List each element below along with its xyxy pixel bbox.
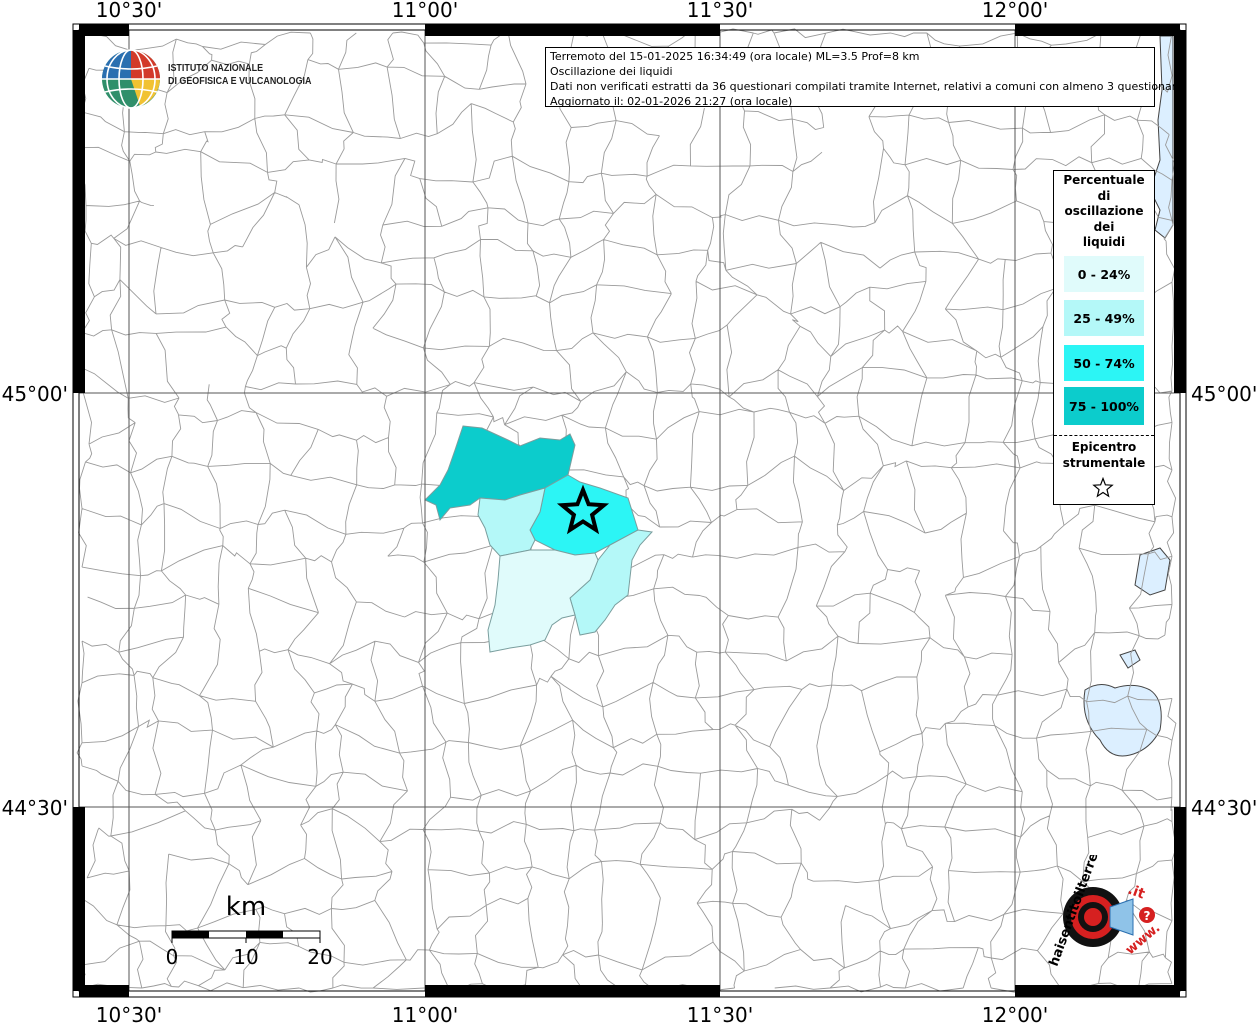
- ingv-globe-icon: [102, 49, 160, 109]
- star-outline-icon: [1092, 477, 1114, 498]
- lat-label-left-1: 45°00': [2, 382, 68, 406]
- legend-epicenter-line2: strumentale: [1062, 456, 1146, 470]
- data-note-line: Dati non verificati estratti da 36 quest…: [550, 80, 1183, 93]
- scale-segment-1: [172, 931, 209, 938]
- legend-epicenter-line1: Epicentro: [1071, 440, 1137, 454]
- hsit-target-icon: ? haisentitoilterremoto .it www.: [1047, 855, 1164, 968]
- hsit-text-tld: .it: [1126, 882, 1148, 903]
- earthquake-info-box: Terremoto del 15-01-2025 16:34:49 (ora l…: [545, 47, 1183, 108]
- ingv-name-line1: ISTITUTO NAZIONALE: [168, 62, 264, 74]
- scale-label-20: 20: [307, 945, 332, 969]
- ingv-name: ISTITUTO NAZIONALE DI GEOFISICA E VULCAN…: [168, 62, 311, 88]
- legend: Percentuale di oscillazione dei liquidi …: [1053, 170, 1155, 505]
- ingv-name-line2: DI GEOFISICA E VULCANOLOGIA: [168, 75, 312, 87]
- lon-label-top-2: 11°00': [392, 0, 458, 22]
- scale-segment-3: [246, 931, 283, 938]
- lon-label-bottom-2: 11°00': [392, 1003, 458, 1024]
- lat-label-left-2: 44°30': [2, 796, 68, 820]
- lon-label-top-1: 10°30': [96, 0, 162, 22]
- legend-swatch-75-100: 75 - 100%: [1064, 387, 1144, 425]
- legend-label-0-24: 0 - 24%: [1077, 266, 1131, 282]
- lon-label-top-4: 12°00': [982, 0, 1048, 22]
- hsit-logo: ? haisentitoilterremoto .it www.: [1035, 855, 1170, 980]
- lat-label-right-2: 44°30': [1191, 796, 1256, 820]
- hsit-badge: ?: [1144, 909, 1151, 923]
- legend-swatch-50-74: 50 - 74%: [1064, 345, 1144, 381]
- lon-label-top-3: 11°30': [687, 0, 753, 22]
- legend-title-line4: dei: [1093, 219, 1115, 234]
- legend-label-25-49: 25 - 49%: [1073, 310, 1135, 326]
- ingv-logo: ISTITUTO NAZIONALE DI GEOFISICA E VULCAN…: [100, 48, 315, 110]
- lon-label-bottom-1: 10°30': [96, 1003, 162, 1024]
- legend-title-line3: oscillazione: [1064, 204, 1144, 218]
- lat-label-right-1: 45°00': [1191, 382, 1256, 406]
- legend-swatch-25-49: 25 - 49%: [1064, 300, 1144, 336]
- event-line: Terremoto del 15-01-2025 16:34:49 (ora l…: [550, 50, 920, 63]
- scale-label-0: 0: [166, 945, 179, 969]
- lon-label-bottom-4: 12°00': [982, 1003, 1048, 1024]
- legend-label-75-100: 75 - 100%: [1069, 398, 1139, 414]
- updated-line: Aggiornato il: 02-01-2026 21:27 (ora loc…: [550, 95, 793, 108]
- map-type-line: Oscillazione dei liquidi: [550, 65, 673, 78]
- legend-swatch-0-24: 0 - 24%: [1064, 256, 1144, 292]
- legend-label-50-74: 50 - 74%: [1073, 355, 1135, 371]
- legend-title-line1: Percentuale: [1063, 173, 1145, 187]
- scale-unit: km: [226, 892, 266, 922]
- legend-separator: [1054, 435, 1154, 436]
- scale-label-10: 10: [233, 945, 258, 969]
- legend-title: Percentuale di oscillazione dei liquidi: [1054, 173, 1154, 251]
- legend-title-line5: liquidi: [1082, 235, 1126, 249]
- scale-bar: km 0 10 20: [166, 892, 333, 969]
- lon-label-bottom-3: 11°30': [687, 1003, 753, 1024]
- legend-title-line2: di: [1097, 188, 1111, 203]
- legend-epicenter-label: Epicentro strumentale: [1054, 439, 1154, 471]
